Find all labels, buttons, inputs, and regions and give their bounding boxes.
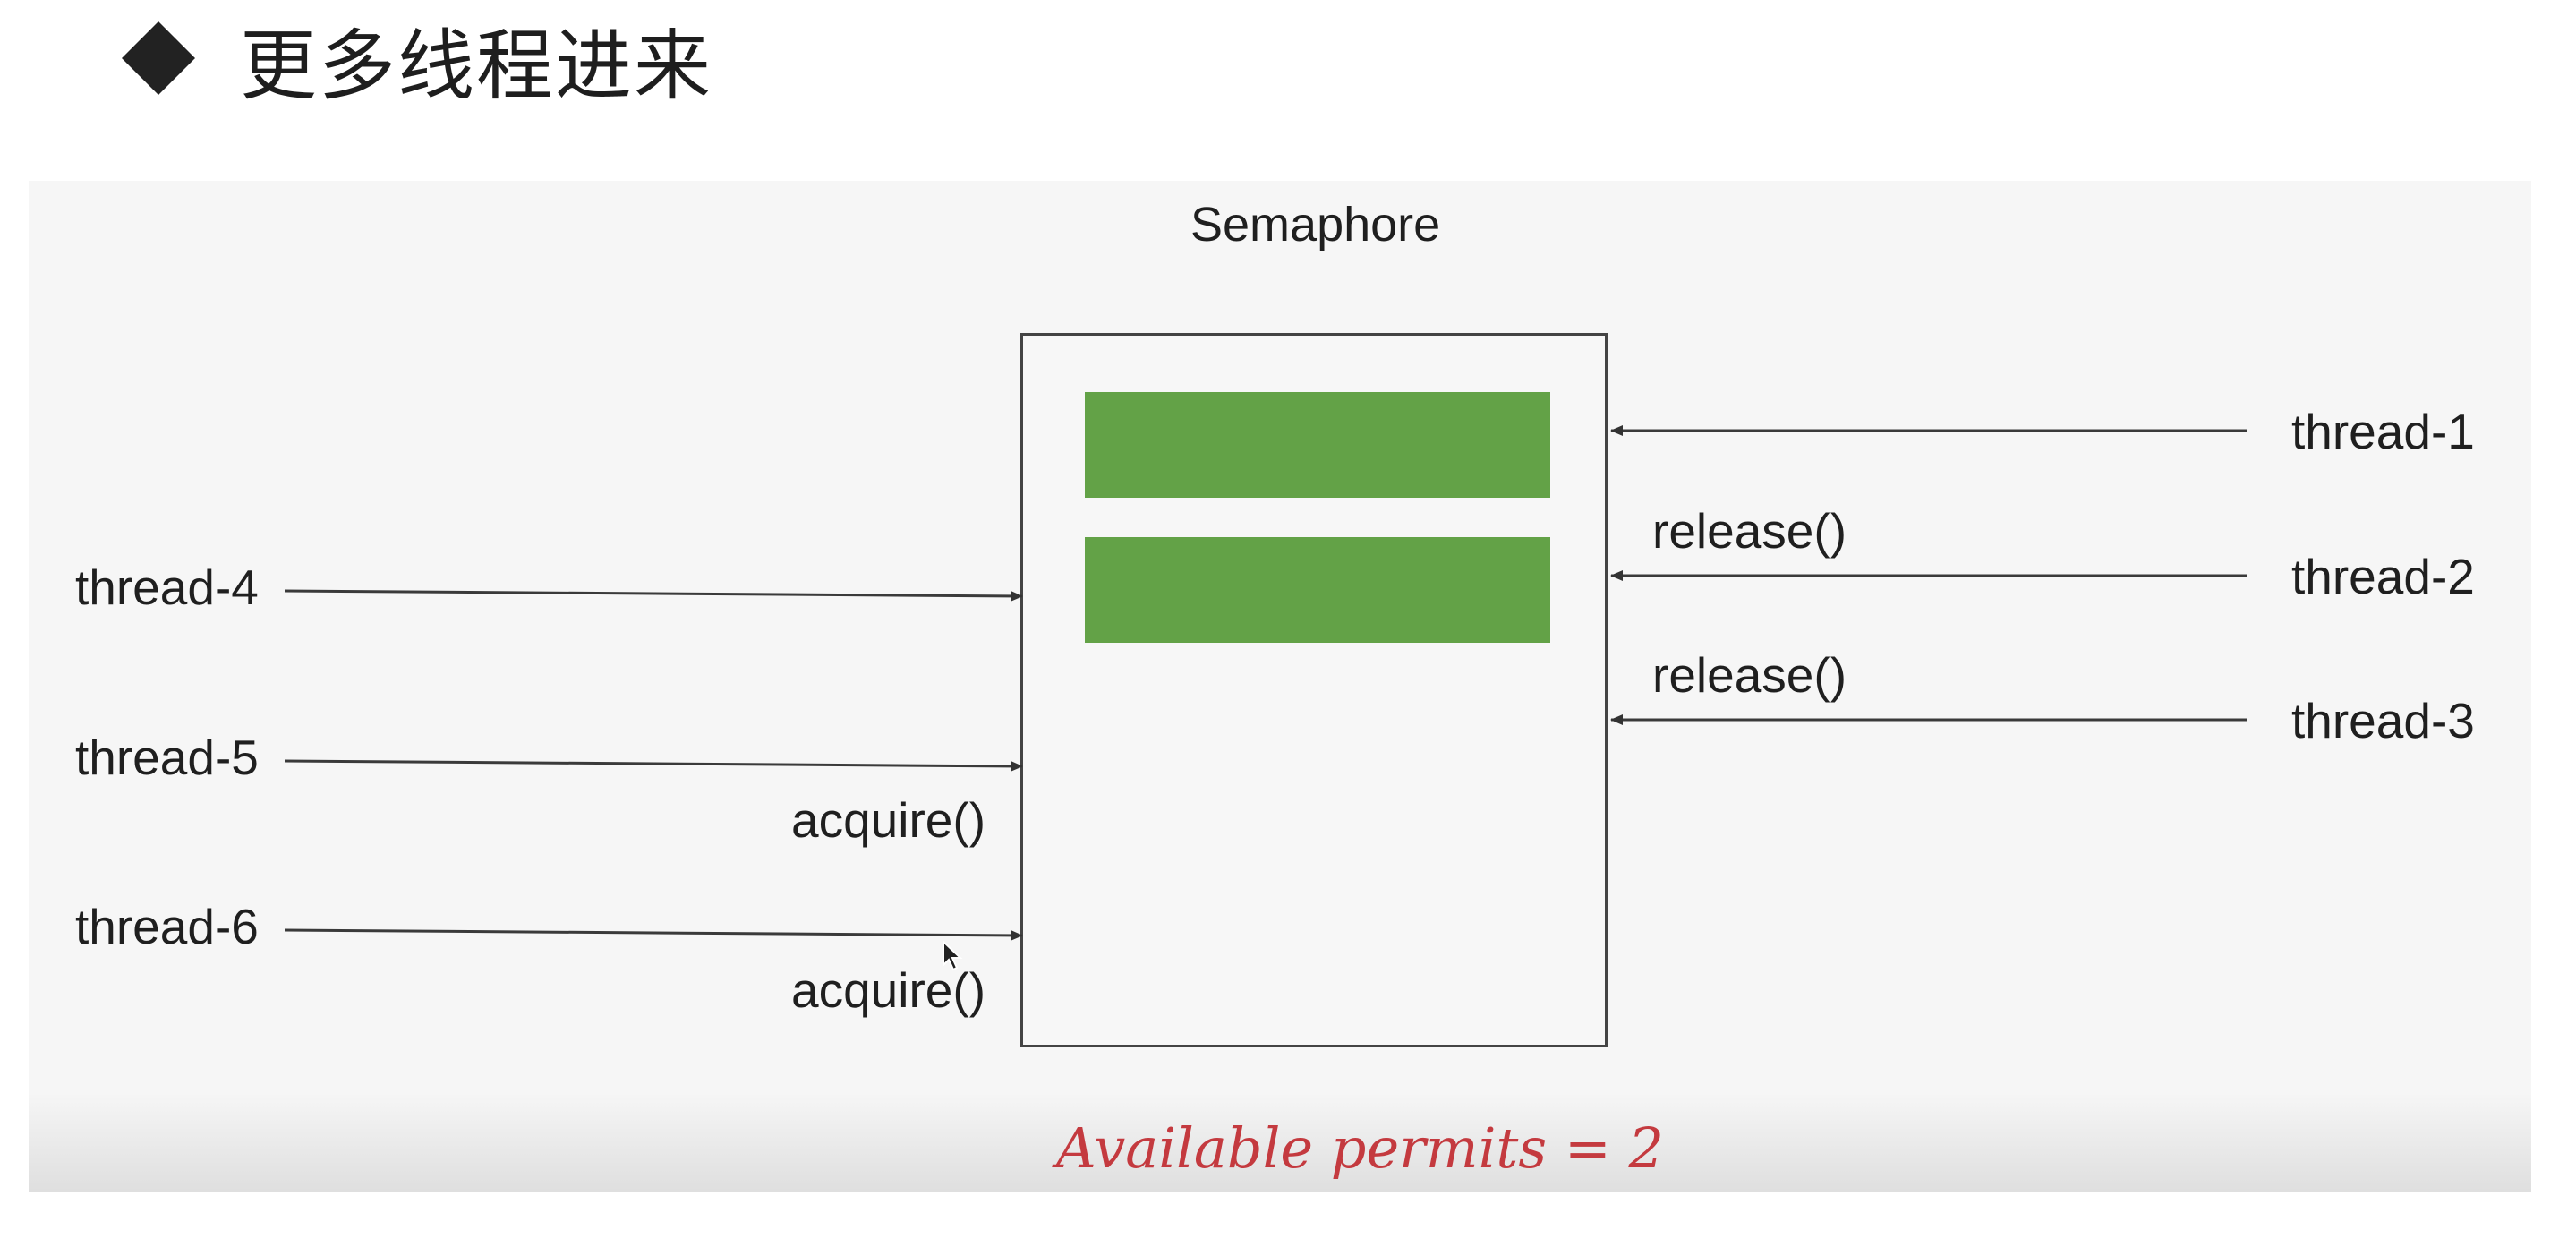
thread-2-label: thread-2 <box>2291 549 2475 604</box>
thread-5-label: thread-5 <box>75 730 259 785</box>
available-permits-annotation: Available permits = 2 <box>1056 1115 1664 1181</box>
arrow-thread-6 <box>284 928 1023 941</box>
thread-5-action: acquire() <box>791 792 986 848</box>
arrow-thread-5 <box>284 759 1023 772</box>
thread-2-action: release() <box>1652 503 1847 559</box>
thread-1-label: thread-1 <box>2291 404 2475 459</box>
thread-3-label: thread-3 <box>2291 693 2475 748</box>
thread-3-action: release() <box>1652 647 1847 703</box>
thread-4-label: thread-4 <box>75 560 259 615</box>
mouse-cursor-icon <box>943 940 963 971</box>
arrow-thread-4 <box>284 589 1023 602</box>
thread-6-label: thread-6 <box>75 899 259 954</box>
arrows-layer <box>284 425 2247 941</box>
